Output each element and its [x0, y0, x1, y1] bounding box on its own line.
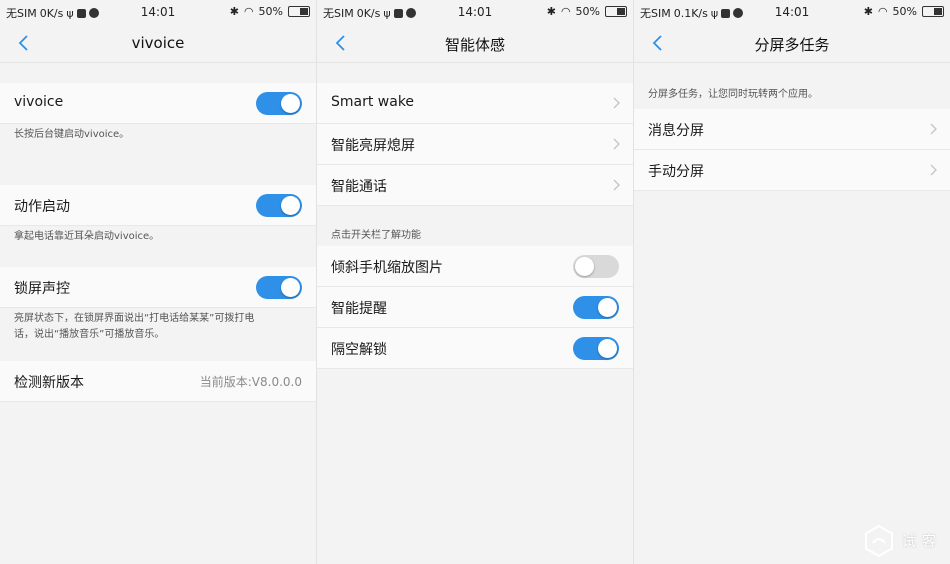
- setting-row-action-start[interactable]: 动作启动: [0, 185, 316, 226]
- setting-label: 倾斜手机缩放图片: [331, 260, 443, 276]
- menu-item-manual-split[interactable]: 手动分屏: [634, 150, 950, 191]
- status-bar: 无SIM 0K/s ψ 14:01 ✱ ◠ 50%: [0, 0, 316, 24]
- toggle-knob: [598, 339, 617, 358]
- setting-label: vivoice: [14, 94, 64, 110]
- setting-row-lock-voice[interactable]: 锁屏声控: [0, 267, 316, 308]
- menu-item-label: 消息分屏: [648, 123, 704, 139]
- setting-label: 动作启动: [14, 199, 70, 215]
- battery-percent: 50%: [258, 5, 283, 18]
- wifi-icon: ◠: [877, 5, 888, 18]
- nav-bar: 智能体感: [317, 24, 633, 63]
- menu-item-label: Smart wake: [331, 94, 415, 110]
- menu-item-smart-screen[interactable]: 智能亮屏熄屏: [317, 124, 633, 165]
- chevron-right-icon: [613, 138, 620, 150]
- description-line: 话，说出“播放音乐”可播放音乐。: [14, 329, 165, 340]
- toggle-knob: [281, 278, 300, 297]
- action-start-toggle[interactable]: [256, 194, 302, 217]
- chevron-right-icon: [613, 179, 620, 191]
- battery-percent: 50%: [575, 5, 600, 18]
- menu-item-smart-wake[interactable]: Smart wake: [317, 83, 633, 124]
- wifi-icon: ◠: [560, 5, 571, 18]
- section-note: 点击开关栏了解功能: [331, 230, 421, 241]
- battery-icon: [922, 6, 944, 17]
- setting-label: 锁屏声控: [14, 281, 70, 297]
- battery-icon: [605, 6, 627, 17]
- setting-description: 拿起电话靠近耳朵启动vivoice。: [14, 231, 160, 242]
- setting-description: 长按后台键启动vivoice。: [14, 129, 130, 140]
- lock-voice-toggle[interactable]: [256, 276, 302, 299]
- menu-item-label: 智能亮屏熄屏: [331, 138, 415, 154]
- toggle-knob: [598, 298, 617, 317]
- nav-bar: 分屏多任务: [634, 24, 950, 63]
- bluetooth-icon: ✱: [229, 5, 239, 18]
- section-note: 分屏多任务，让您同时玩转两个应用。: [648, 89, 818, 100]
- toggle-knob: [281, 94, 300, 113]
- setting-label: 隔空解锁: [331, 342, 387, 358]
- chevron-right-icon: [930, 164, 937, 176]
- nav-bar: vivoice: [0, 24, 316, 63]
- chevron-right-icon: [613, 97, 620, 109]
- setting-row-check-update[interactable]: 检测新版本 当前版本:V8.0.0.0: [0, 361, 316, 402]
- page-title: 分屏多任务: [754, 36, 830, 54]
- setting-description: 亮屏状态下，在锁屏界面说出“打电话给某某”可拨打电 话，说出“播放音乐”可播放音…: [0, 308, 316, 361]
- setting-row-smart-reminder[interactable]: 智能提醒: [317, 287, 633, 328]
- panel-vivoice: 无SIM 0K/s ψ 14:01 ✱ ◠ 50% vivoice vivoic…: [0, 0, 316, 564]
- menu-item-message-split[interactable]: 消息分屏: [634, 109, 950, 150]
- toggle-knob: [575, 257, 594, 276]
- bluetooth-icon: ✱: [863, 5, 873, 18]
- menu-item-label: 智能通话: [331, 179, 387, 195]
- air-unlock-toggle[interactable]: [573, 337, 619, 360]
- smart-reminder-toggle[interactable]: [573, 296, 619, 319]
- vivoice-toggle[interactable]: [256, 92, 302, 115]
- panel-smart-motion: 无SIM 0K/s ψ 14:01 ✱ ◠ 50% 智能体感 Smart wak…: [317, 0, 633, 564]
- menu-item-label: 手动分屏: [648, 164, 704, 180]
- tilt-zoom-toggle[interactable]: [573, 255, 619, 278]
- page-title: vivoice: [131, 34, 185, 52]
- setting-row-air-unlock[interactable]: 隔空解锁: [317, 328, 633, 369]
- chevron-right-icon: [930, 123, 937, 135]
- bluetooth-icon: ✱: [546, 5, 556, 18]
- watermark-text: 试客: [902, 534, 942, 550]
- status-bar: 无SIM 0K/s ψ 14:01 ✱ ◠ 50%: [317, 0, 633, 24]
- setting-label: 智能提醒: [331, 301, 387, 317]
- wifi-icon: ◠: [243, 5, 254, 18]
- setting-row-vivoice[interactable]: vivoice: [0, 83, 316, 124]
- setting-label: 检测新版本: [14, 375, 84, 391]
- watermark: 试客: [862, 524, 942, 558]
- watermark-logo-icon: [865, 524, 893, 558]
- toggle-knob: [281, 196, 300, 215]
- menu-item-smart-call[interactable]: 智能通话: [317, 165, 633, 206]
- page-title: 智能体感: [444, 36, 505, 54]
- description-line: 亮屏状态下，在锁屏界面说出“打电话给某某”可拨打电: [14, 313, 255, 324]
- battery-icon: [288, 6, 310, 17]
- battery-percent: 50%: [892, 5, 917, 18]
- panel-split-screen: 无SIM 0.1K/s ψ 14:01 ✱ ◠ 50% 分屏多任务 分屏多任务，…: [634, 0, 950, 564]
- current-version: 当前版本:V8.0.0.0: [199, 375, 302, 389]
- setting-row-tilt-zoom[interactable]: 倾斜手机缩放图片: [317, 246, 633, 287]
- status-bar: 无SIM 0.1K/s ψ 14:01 ✱ ◠ 50%: [634, 0, 950, 24]
